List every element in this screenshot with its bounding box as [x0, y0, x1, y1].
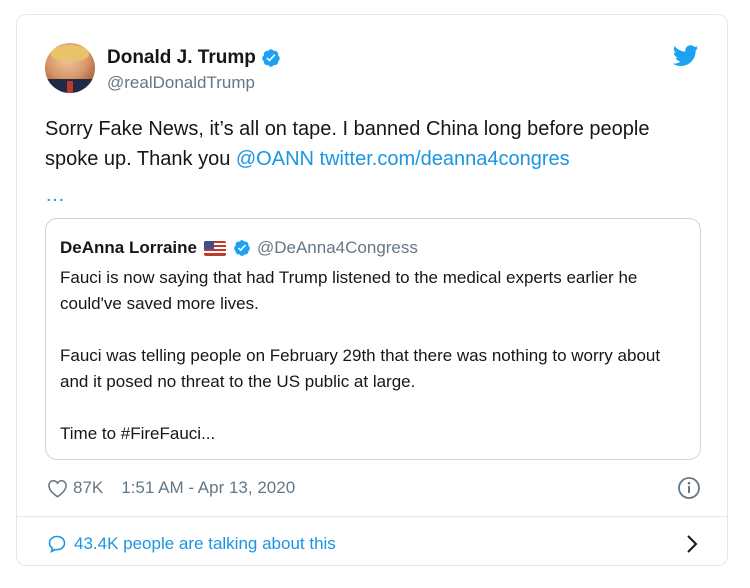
quoted-paragraph: Time to #FireFauci...: [60, 424, 216, 443]
verified-badge-icon: [234, 240, 250, 256]
url-ellipsis[interactable]: …: [45, 180, 65, 210]
tweet-meta: 87K 1:51 AM - Apr 13, 2020: [47, 476, 295, 500]
quoted-tweet-header: DeAnna Lorraine @DeAnna4Congress: [60, 237, 418, 259]
url-link[interactable]: twitter.com/deanna4congres: [320, 148, 570, 170]
info-icon[interactable]: [677, 476, 701, 500]
heart-icon[interactable]: [47, 479, 68, 498]
comment-bubble-icon: [48, 535, 66, 554]
talking-label: 43.4K people are talking about this: [74, 534, 336, 553]
divider: [17, 516, 727, 517]
tweet-card: Donald J. Trump @realDonaldTrump Sorry F…: [16, 14, 728, 566]
quoted-tweet[interactable]: DeAnna Lorraine @DeAnna4Congress Fauci i…: [45, 218, 701, 460]
quoted-paragraph: Fauci is now saying that had Trump liste…: [60, 268, 638, 313]
conversation-link[interactable]: 43.4K people are talking about this: [47, 532, 336, 556]
author-display-name[interactable]: Donald J. Trump: [107, 47, 256, 69]
mention-link[interactable]: @OANN: [236, 148, 314, 170]
quoted-author-handle: @DeAnna4Congress: [256, 238, 418, 257]
like-count[interactable]: 87K: [73, 478, 103, 498]
author-handle[interactable]: @realDonaldTrump: [107, 73, 255, 93]
quoted-author-name: DeAnna Lorraine: [60, 238, 197, 257]
quoted-tweet-body: Fauci is now saying that had Trump liste…: [60, 265, 690, 447]
us-flag-icon: [203, 240, 226, 256]
twitter-bird-icon[interactable]: [673, 45, 699, 67]
author-name-row: Donald J. Trump: [107, 46, 281, 70]
tweet-timestamp[interactable]: 1:51 AM - Apr 13, 2020: [121, 478, 295, 498]
tweet-text: Sorry Fake News, it’s all on tape. I ban…: [45, 114, 705, 174]
quoted-paragraph: Fauci was telling people on February 29t…: [60, 346, 661, 391]
chevron-right-icon[interactable]: [685, 533, 699, 555]
verified-badge-icon: [262, 49, 280, 67]
author-avatar[interactable]: [45, 43, 95, 93]
